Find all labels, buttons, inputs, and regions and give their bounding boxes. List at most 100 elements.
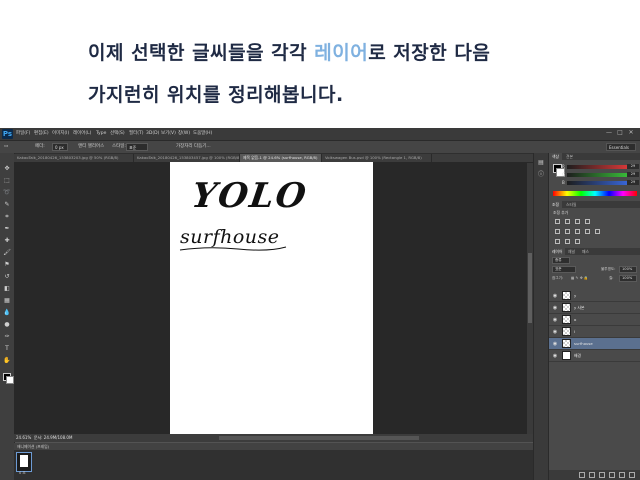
tab-paths[interactable]: 패스 [579,248,592,255]
fill-input[interactable]: 100% [619,275,637,282]
green-slider[interactable] [567,173,631,177]
quick-select-icon[interactable]: ✎ [3,201,11,209]
type-tool-icon[interactable]: T [3,345,11,353]
properties-panel-icon[interactable]: ⓘ [537,171,545,179]
vibrance-icon[interactable] [555,229,560,234]
link-layers-icon[interactable] [579,472,585,478]
blue-value[interactable]: 29 [627,180,639,185]
visibility-eye-icon[interactable]: ◉ [552,317,558,323]
color-balance-icon[interactable] [575,229,580,234]
move-tool-icon[interactable]: ✥ [3,165,11,173]
eraser-tool-icon[interactable]: ◧ [3,285,11,293]
timeline-panel-header[interactable]: 애니메이션 (프레임) [14,443,533,450]
workspace-select[interactable]: Essentials [606,143,636,151]
document-canvas[interactable]: YOLO surfhouse [170,162,373,434]
hue-saturation-icon[interactable] [565,229,570,234]
visibility-eye-icon[interactable]: ◉ [552,305,558,311]
scrollbar-thumb[interactable] [528,253,532,323]
layer-row-selected[interactable]: ◉ surfhouse [549,338,640,350]
layer-style-icon[interactable] [589,472,595,478]
photo-filter-icon[interactable] [595,229,600,234]
threshold-icon[interactable] [575,239,580,244]
layer-row[interactable]: ◉ o [549,314,640,326]
stamp-tool-icon[interactable]: ⚑ [3,261,11,269]
tab-channels[interactable]: 채널 [565,248,578,255]
layer-row[interactable]: ◉ l [549,326,640,338]
healing-brush-icon[interactable]: ✚ [3,237,11,245]
pen-tool-icon[interactable]: ✑ [3,333,11,341]
visibility-eye-icon[interactable]: ◉ [552,353,558,359]
layer-row[interactable]: ◉ y [549,290,640,302]
hand-tool-icon[interactable]: ✋ [3,357,11,365]
visibility-eye-icon[interactable]: ◉ [552,341,558,347]
menu-3d[interactable]: 3D(D) [146,129,159,139]
marquee-tool-icon[interactable]: ⬚ [3,177,11,185]
blur-tool-icon[interactable]: 💧 [3,309,11,317]
color-spectrum[interactable] [553,191,637,196]
feather-input[interactable]: 0 px [52,143,68,151]
menu-select[interactable]: 선택(S) [110,129,125,139]
invert-icon[interactable] [555,239,560,244]
minimize-icon[interactable]: — [606,129,612,137]
animation-frame[interactable] [16,452,32,472]
frame-delay[interactable]: 0 초 [19,471,26,476]
history-brush-icon[interactable]: ↺ [3,273,11,281]
close-icon[interactable]: ✕ [628,129,634,137]
menu-help[interactable]: 도움말(H) [193,129,212,139]
document-tab-active[interactable]: 제목 없음-1 @ 24.6% (surfhouse, RGB/8) [240,154,322,162]
crop-tool-icon[interactable]: ⌗ [3,213,11,221]
curves-icon[interactable] [575,219,580,224]
menu-file[interactable]: 파일(F) [16,129,30,139]
menu-image[interactable]: 이미지(I) [52,129,69,139]
background-color-swatch[interactable] [6,376,14,384]
opacity-input[interactable]: 100% [619,266,637,273]
posterize-icon[interactable] [565,239,570,244]
blue-slider[interactable] [567,181,631,185]
brush-tool-icon[interactable]: 🖌 [3,249,11,257]
document-tab[interactable]: KakaoTalk_20180426_153803203.jpg @ 50% (… [14,154,134,162]
gradient-tool-icon[interactable]: ▦ [3,297,11,305]
red-slider[interactable] [567,165,631,169]
antialias-checkbox[interactable]: 앤티 앨리어스 [78,142,104,152]
tab-color[interactable]: 색상 [549,153,562,160]
brightness-icon[interactable] [555,219,560,224]
eyedropper-icon[interactable]: ✒ [3,225,11,233]
red-value[interactable]: 29 [627,164,639,169]
new-group-icon[interactable] [609,472,615,478]
black-white-icon[interactable] [585,229,590,234]
menu-type[interactable]: Type [96,129,106,139]
layer-kind-filter[interactable]: 종류 [552,257,570,264]
refine-edge-button[interactable]: 가장자리 다듬기... [176,142,211,152]
layer-row[interactable]: ◉ y 사본 [549,302,640,314]
exposure-icon[interactable] [585,219,590,224]
menu-window[interactable]: 창(W) [178,129,190,139]
document-tab[interactable]: Volkswagen Bus.psd @ 100% (Rectangle 1, … [322,154,432,162]
canvas-area[interactable]: YOLO surfhouse [14,162,533,440]
tab-adjustments[interactable]: 조정 [549,201,562,208]
menu-filter[interactable]: 필터(T) [129,129,144,139]
menu-view[interactable]: 보기(V) [161,129,176,139]
tab-layers[interactable]: 레이어 [549,248,566,255]
blend-mode-select[interactable]: 표준 [552,266,576,273]
tab-styles[interactable]: 스타일 [563,201,579,208]
lock-icons[interactable]: ▦ ✎ ✥ 🔒 [571,275,588,282]
visibility-eye-icon[interactable]: ◉ [552,329,558,335]
visibility-eye-icon[interactable]: ◉ [552,293,558,299]
delete-layer-icon[interactable] [629,472,635,478]
layer-row-background[interactable]: ◉ 배경 [549,350,640,362]
lasso-tool-icon[interactable]: ➰ [3,189,11,197]
document-tab[interactable]: KakaoTalk_20180426_153803457.jpg @ 100% … [134,154,240,162]
menu-layer[interactable]: 레이어(L) [73,129,91,139]
add-mask-icon[interactable] [599,472,605,478]
menu-edit[interactable]: 편집(E) [34,129,49,139]
levels-icon[interactable] [565,219,570,224]
horizontal-scrollbar[interactable] [219,436,419,440]
tab-swatches[interactable]: 견본 [563,153,576,160]
dodge-tool-icon[interactable]: ● [3,321,11,329]
style-select[interactable]: 표준 [126,143,148,151]
history-panel-icon[interactable]: ▤ [537,159,545,167]
green-value[interactable]: 29 [627,172,639,177]
zoom-level[interactable]: 24.61% 문서: 24.9M/108.0M [16,434,72,442]
new-layer-icon[interactable] [619,472,625,478]
maximize-icon[interactable]: □ [617,129,623,137]
